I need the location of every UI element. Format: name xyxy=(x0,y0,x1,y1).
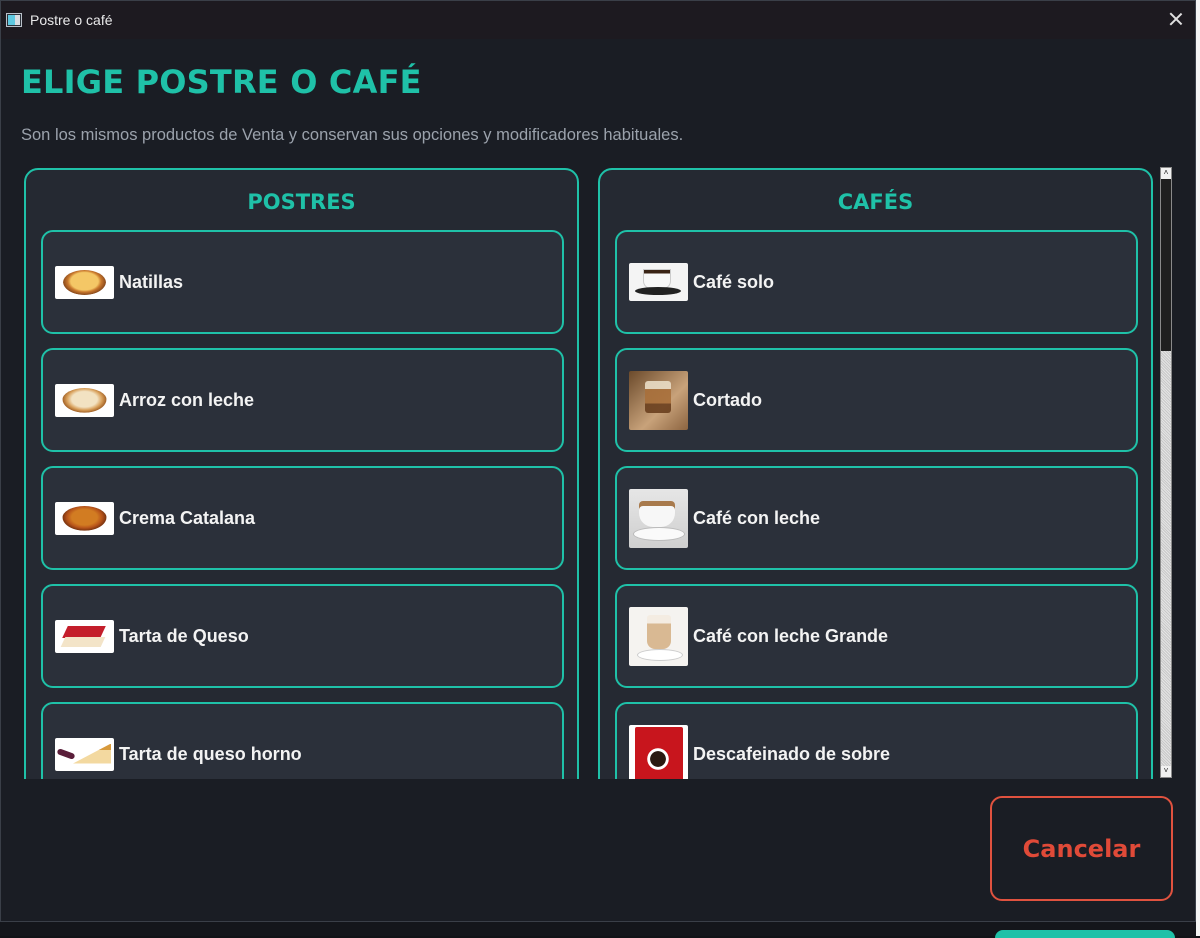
scroll-thumb[interactable] xyxy=(1161,179,1171,351)
cortado-image xyxy=(629,370,688,430)
product-cortado[interactable]: Cortado xyxy=(615,348,1138,452)
product-crema-catalana[interactable]: Crema Catalana xyxy=(41,466,564,570)
descafeinado-de-sobre-image xyxy=(629,724,688,779)
product-cafe-con-leche[interactable]: Café con leche xyxy=(615,466,1138,570)
cafe-con-leche-grande-image xyxy=(629,606,688,666)
dialog-window: Postre o café ELIGE POSTRE O CAFÉ Son lo… xyxy=(0,0,1196,922)
cafe-solo-image xyxy=(629,263,688,301)
window-title: Postre o café xyxy=(30,12,113,28)
tarta-de-queso-horno-image xyxy=(55,737,114,771)
product-tarta-de-queso-horno[interactable]: Tarta de queso horno xyxy=(41,702,564,779)
product-natillas[interactable]: Natillas xyxy=(41,230,564,334)
product-label: Descafeinado de sobre xyxy=(693,743,891,764)
cafes-panel: CAFÉS Café solo Cortado Café con leche C… xyxy=(598,168,1153,779)
title-bar: Postre o café xyxy=(1,1,1195,39)
product-label: Crema Catalana xyxy=(119,507,256,528)
cafes-title: CAFÉS xyxy=(837,190,914,214)
background-edge xyxy=(1196,0,1200,936)
close-icon[interactable] xyxy=(1167,10,1185,28)
scroll-down-icon[interactable]: ˅ xyxy=(1161,766,1171,777)
product-label: Café solo xyxy=(693,271,775,292)
background-element xyxy=(995,930,1175,938)
app-icon xyxy=(6,13,22,27)
vertical-scrollbar[interactable]: ˄ ˅ xyxy=(1160,167,1172,778)
product-label: Café con leche xyxy=(693,507,821,528)
page-subtitle: Son los mismos productos de Venta y cons… xyxy=(21,126,684,144)
scroll-up-icon[interactable]: ˄ xyxy=(1161,168,1171,179)
crema-catalana-image xyxy=(55,501,114,535)
product-tarta-de-queso[interactable]: Tarta de Queso xyxy=(41,584,564,688)
cafe-con-leche-image xyxy=(629,488,688,548)
product-cafe-solo[interactable]: Café solo xyxy=(615,230,1138,334)
product-label: Cortado xyxy=(693,389,762,410)
product-arroz-con-leche[interactable]: Arroz con leche xyxy=(41,348,564,452)
tarta-de-queso-image xyxy=(55,619,114,653)
product-label: Natillas xyxy=(119,271,184,292)
product-label: Arroz con leche xyxy=(119,389,255,410)
page-title: ELIGE POSTRE O CAFÉ xyxy=(21,63,422,101)
postres-panel: POSTRES Natillas Arroz con leche Crema C… xyxy=(24,168,579,779)
product-label: Café con leche Grande xyxy=(693,625,889,646)
arroz-con-leche-image xyxy=(55,383,114,417)
product-cafe-con-leche-grande[interactable]: Café con leche Grande xyxy=(615,584,1138,688)
products-scroll-area[interactable]: POSTRES Natillas Arroz con leche Crema C… xyxy=(21,166,1159,779)
product-descafeinado-de-sobre[interactable]: Descafeinado de sobre xyxy=(615,702,1138,779)
cancel-button[interactable]: Cancelar xyxy=(990,796,1173,901)
postres-title: POSTRES xyxy=(247,190,356,214)
product-label: Tarta de queso horno xyxy=(119,743,302,764)
natillas-image xyxy=(55,265,114,299)
product-label: Tarta de Queso xyxy=(119,625,249,646)
